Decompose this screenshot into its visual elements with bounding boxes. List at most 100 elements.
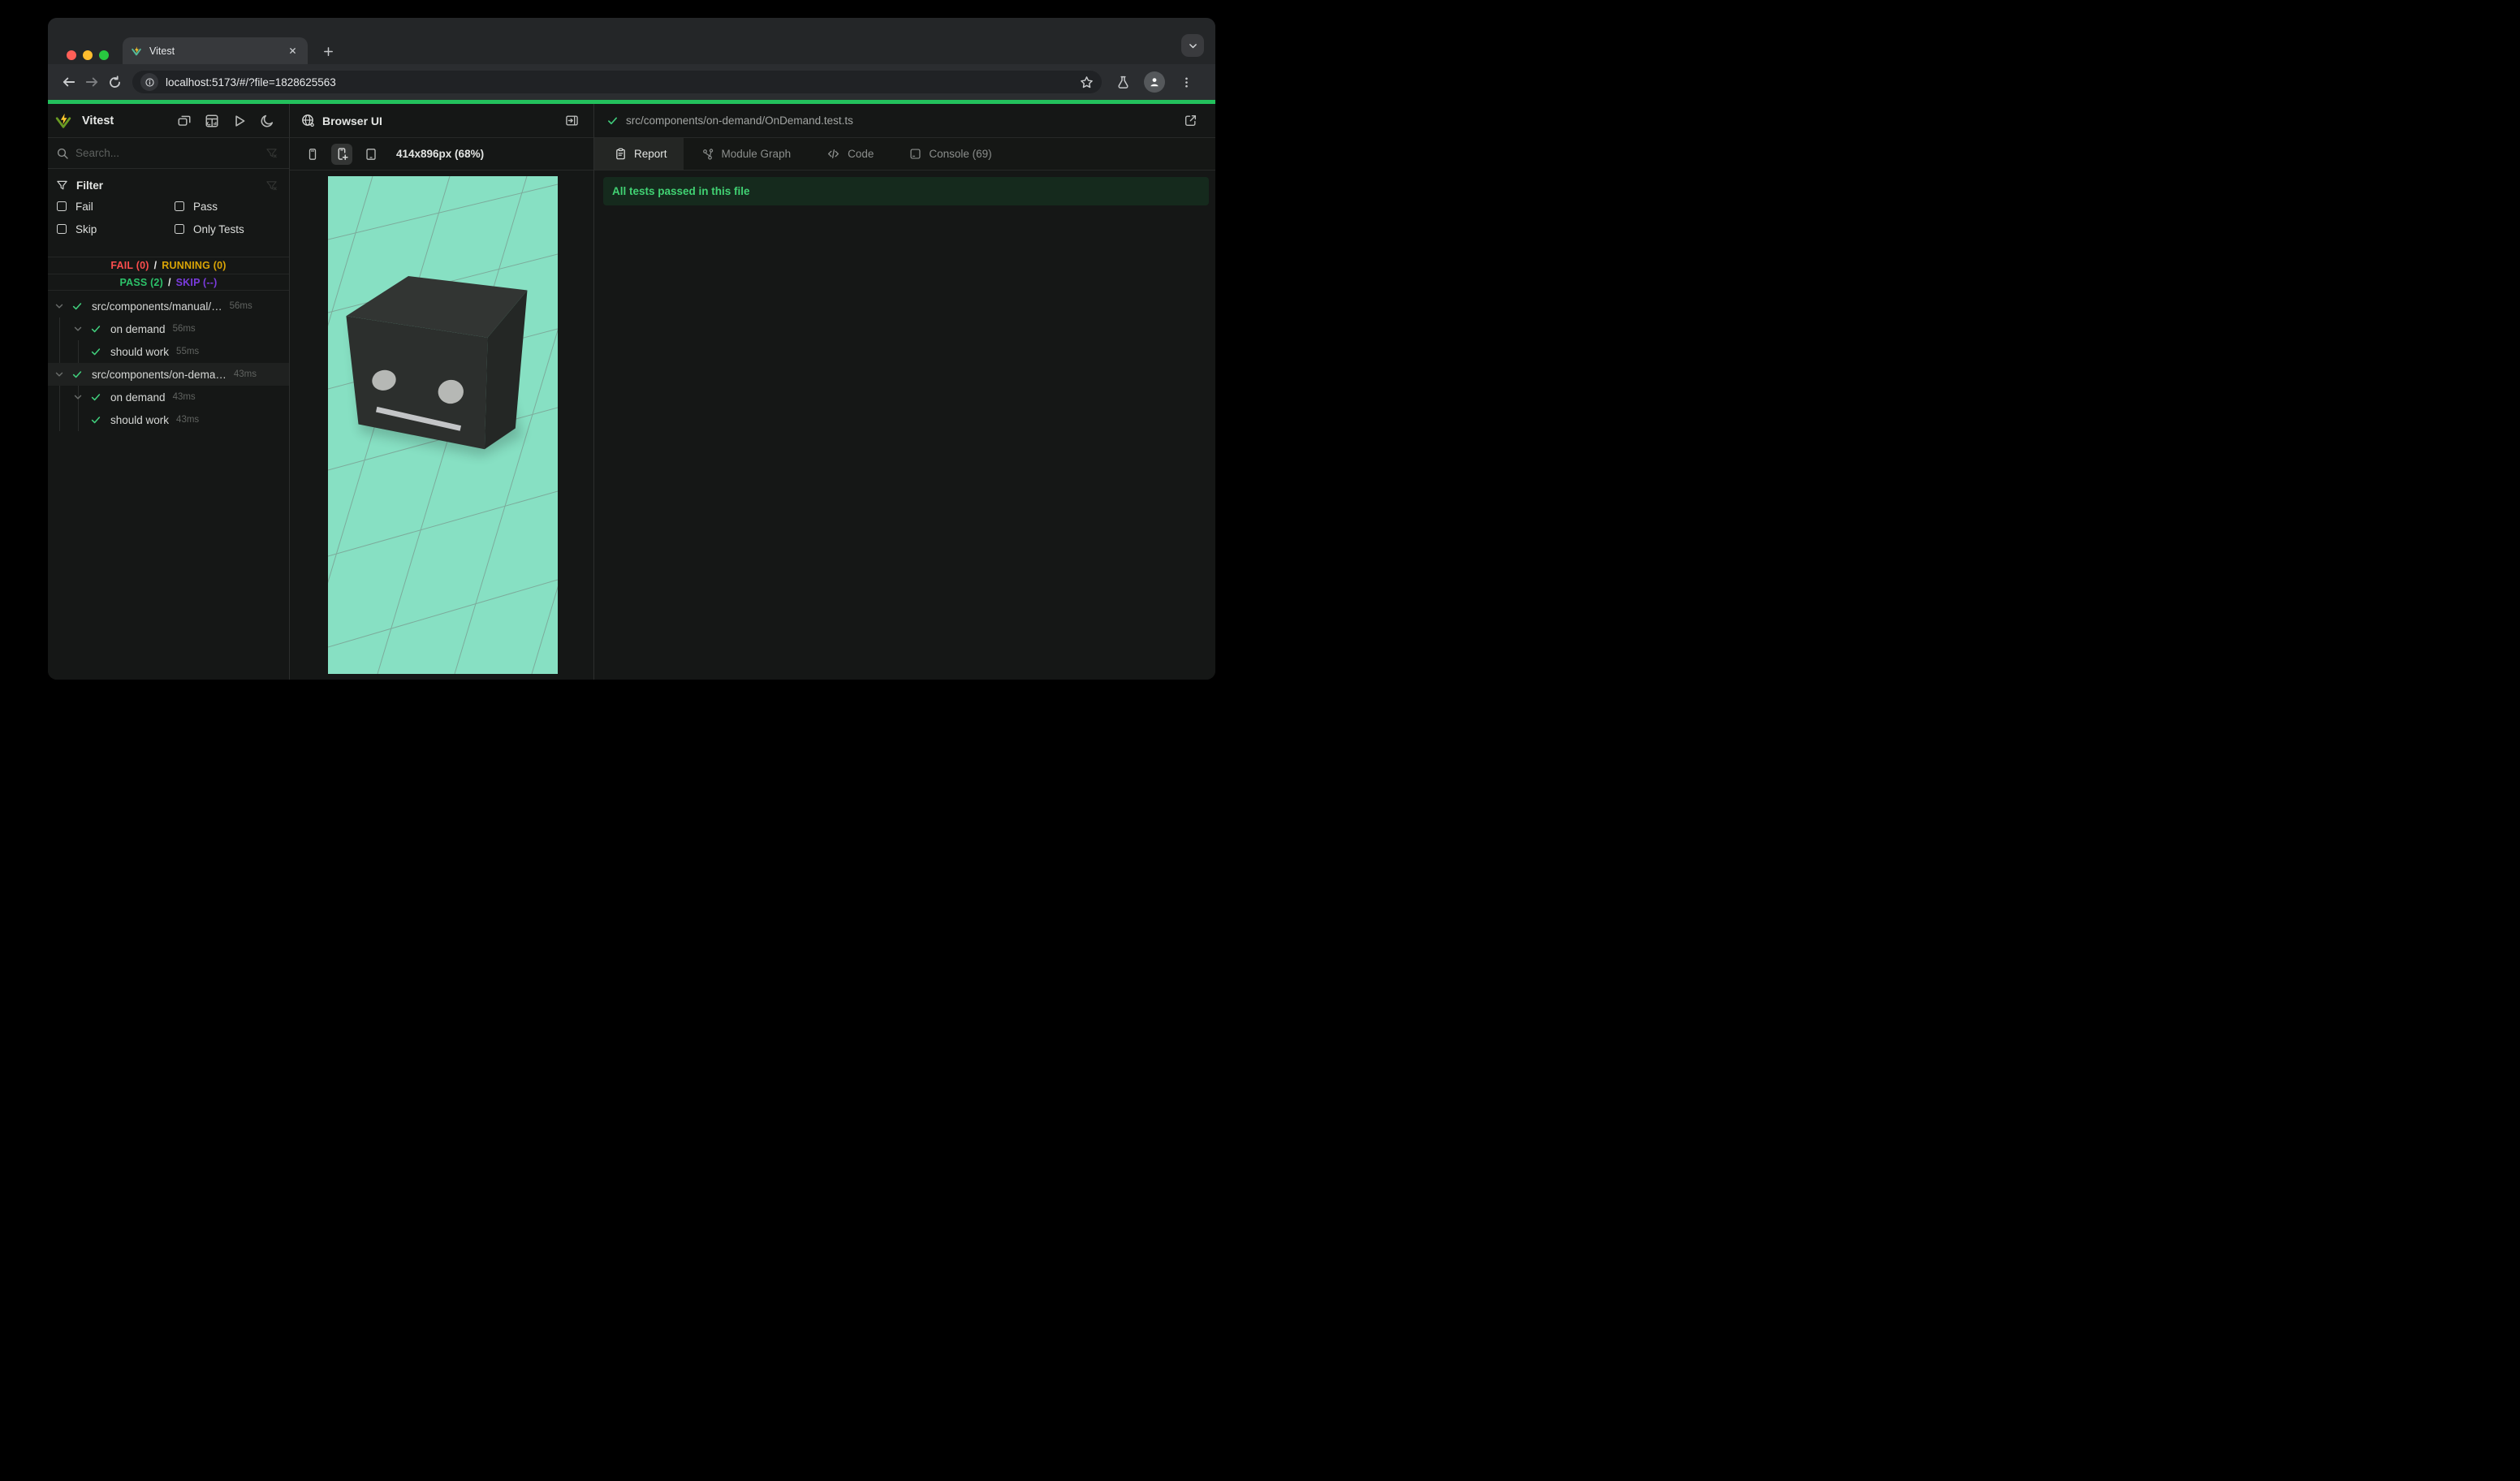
all-tests-passed-banner: All tests passed in this file (603, 177, 1209, 205)
chevron-down-icon[interactable] (54, 300, 65, 312)
browser-window: Vitest localhost:5173/#/?file=1828625563… (48, 18, 1215, 680)
tab-module-graph[interactable]: Module Graph (684, 138, 809, 170)
filter-label: Fail (76, 200, 93, 213)
search-row (48, 138, 289, 169)
tab-label: Console (69) (929, 148, 992, 160)
report-clipboard-icon (615, 148, 627, 160)
filter-checkbox-only-tests[interactable]: Only Tests (175, 218, 292, 240)
test-viewport-iframe[interactable] (328, 176, 558, 674)
tab-code[interactable]: Code (809, 138, 891, 170)
search-input[interactable] (76, 147, 259, 159)
reload-button[interactable] (103, 71, 126, 93)
vitest-favicon-icon (131, 45, 142, 57)
chevron-down-icon[interactable] (54, 369, 65, 380)
address-bar[interactable] (132, 71, 1102, 93)
browser-tab[interactable]: Vitest (123, 37, 308, 64)
tree-row-suite[interactable]: on demand 43ms (48, 386, 289, 408)
separator: / (153, 260, 158, 271)
forward-button[interactable] (80, 71, 103, 93)
site-info-icon[interactable] (140, 73, 158, 91)
browser-preview-panel: Browser UI 414x896px (68%) (290, 104, 594, 680)
filter-title: Filter (76, 179, 104, 192)
back-button[interactable] (58, 71, 80, 93)
test-summary: FAIL (0) / RUNNING (0) PASS (2) / SKIP (… (48, 257, 289, 291)
filter-label: Skip (76, 222, 97, 235)
tree-row-file-selected[interactable]: src/components/on-dema… 43ms (48, 363, 289, 386)
checkbox-icon (57, 224, 67, 234)
tab-strip: Vitest (48, 18, 1215, 64)
report-header: src/components/on-demand/OnDemand.test.t… (594, 104, 1215, 138)
device-tablet-icon[interactable] (360, 144, 382, 165)
toolbar-actions (1111, 71, 1197, 93)
sidebar: Vitest Search... Filter Fail Pass Skip O… (48, 104, 290, 680)
dark-mode-moon-icon[interactable] (257, 110, 278, 132)
tab-label: Report (634, 148, 667, 160)
url-input[interactable] (166, 76, 1072, 89)
device-phone-add-icon[interactable] (331, 143, 352, 165)
tab-report[interactable]: Report (594, 138, 684, 170)
report-tabs: Report Module Graph Code Console (69) (594, 138, 1215, 171)
summary-row-fail-running: FAIL (0) / RUNNING (0) (48, 257, 289, 274)
chevron-down-icon[interactable] (72, 323, 84, 335)
suite-name: on demand (110, 391, 166, 404)
open-external-icon[interactable] (1180, 110, 1201, 132)
minimize-window-button[interactable] (83, 50, 93, 60)
device-phone-icon[interactable] (302, 144, 323, 165)
test-file-name: src/components/on-dema… (92, 368, 227, 381)
tab-console[interactable]: Console (69) (891, 138, 1009, 170)
test-duration: 43ms (233, 369, 257, 379)
tab-title: Vitest (149, 45, 175, 57)
menu-dots-icon[interactable] (1175, 71, 1197, 93)
collapse-panels-icon[interactable] (174, 110, 195, 132)
checkbox-icon (175, 224, 184, 234)
viewport-dimensions: 414x896px (68%) (396, 148, 485, 160)
dashboard-icon[interactable] (201, 110, 222, 132)
code-icon (826, 147, 840, 161)
pass-check-icon (606, 114, 619, 127)
filter-options: Fail Pass Skip Only Tests (48, 195, 289, 240)
pass-check-icon (90, 414, 101, 425)
filter-checkbox-skip[interactable]: Skip (57, 218, 175, 240)
test-file-name: src/components/manual/… (92, 300, 222, 313)
vitest-ui: Vitest Search... Filter Fail Pass Skip O… (48, 104, 1215, 680)
tree-row-suite[interactable]: on demand 56ms (48, 317, 289, 340)
tree-row-test[interactable]: should work 55ms (48, 340, 289, 363)
open-in-panel-icon[interactable] (561, 110, 582, 132)
browser-panel-title: Browser UI (322, 114, 382, 127)
filter-header: Filter (48, 175, 289, 195)
console-icon (909, 148, 921, 160)
sidebar-header: Vitest (48, 104, 289, 138)
filter-label: Only Tests (193, 222, 244, 235)
run-all-play-icon[interactable] (229, 110, 250, 132)
app-title: Vitest (82, 114, 114, 127)
clear-filter-icon[interactable] (265, 147, 278, 159)
device-toolbar: 414x896px (68%) (290, 138, 593, 171)
tree-row-file[interactable]: src/components/manual/… 56ms (48, 295, 289, 317)
tree-row-test[interactable]: should work 43ms (48, 408, 289, 431)
clear-filter-icon[interactable] (265, 179, 278, 192)
filter-checkbox-fail[interactable]: Fail (57, 195, 175, 218)
test-duration: 43ms (172, 392, 196, 402)
close-window-button[interactable] (67, 50, 76, 60)
tab-search-button[interactable] (1181, 34, 1204, 57)
chevron-down-icon[interactable] (72, 391, 84, 403)
tab-label: Module Graph (721, 148, 792, 160)
filter-checkbox-pass[interactable]: Pass (175, 195, 292, 218)
profile-avatar[interactable] (1144, 71, 1165, 93)
pass-check-icon (71, 300, 83, 312)
bookmark-star-icon[interactable] (1080, 76, 1094, 89)
pass-count: PASS (2) (119, 276, 163, 288)
sidebar-actions (174, 110, 278, 132)
vitest-logo-icon (53, 110, 74, 132)
zoom-window-button[interactable] (99, 50, 109, 60)
report-content: All tests passed in this file (594, 171, 1215, 680)
test-duration: 55ms (176, 347, 200, 356)
experiments-flask-icon[interactable] (1111, 71, 1134, 93)
tab-close-icon[interactable] (285, 44, 300, 58)
page: Vitest localhost:5173/#/?file=1828625563… (0, 0, 1260, 740)
test-duration: 56ms (229, 301, 252, 311)
new-tab-button[interactable] (317, 41, 339, 62)
filter-label: Pass (193, 200, 218, 213)
filter-section: Filter Fail Pass Skip Only Tests (48, 169, 289, 240)
running-count: RUNNING (0) (162, 260, 227, 271)
